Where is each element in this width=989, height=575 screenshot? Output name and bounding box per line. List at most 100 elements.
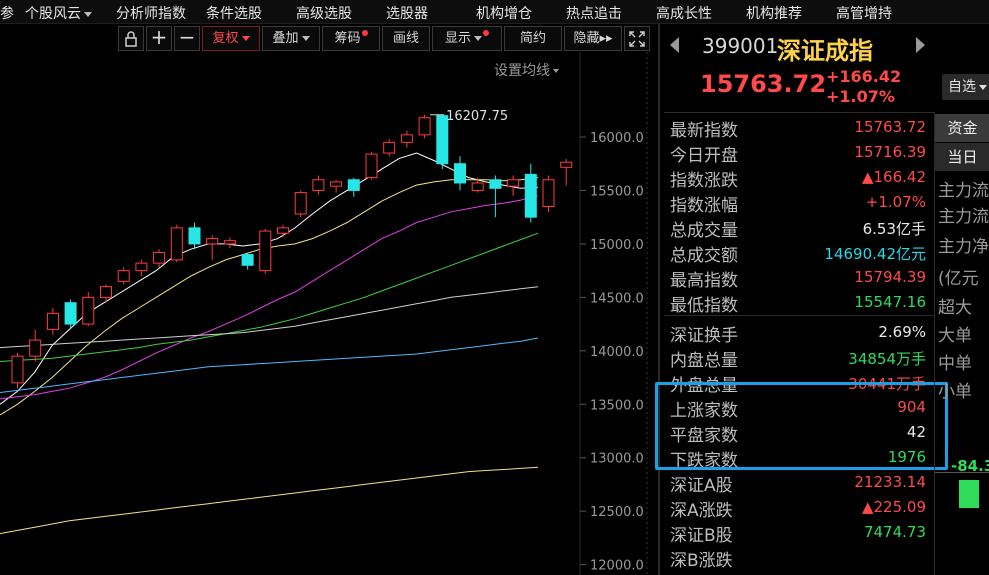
stat-row: 最高指数 15794.39 bbox=[664, 264, 930, 291]
hide-button[interactable]: 隐藏▸▸ bbox=[564, 26, 622, 51]
menu-item-stock-picker[interactable]: 选股器 bbox=[386, 3, 428, 23]
candle-body bbox=[46, 312, 59, 330]
menu-item-0[interactable]: 参 bbox=[0, 3, 14, 23]
stat-row: 总成交额 14690.42亿元 bbox=[664, 239, 930, 266]
stat-label: 今日开盘 bbox=[670, 146, 738, 166]
stat-value: 14690.42亿元 bbox=[824, 245, 926, 263]
fuquan-dropdown[interactable]: 复权 bbox=[202, 26, 260, 51]
peak-price-label: 16207.75 bbox=[446, 109, 508, 124]
stat-row: 指数涨跌 ▲166.42 bbox=[664, 164, 930, 191]
tab-today[interactable]: 当日 bbox=[935, 143, 989, 171]
stat-value: 15547.16 bbox=[854, 293, 926, 311]
simple-label: 简约 bbox=[519, 31, 546, 46]
candle-body bbox=[135, 262, 148, 272]
chips-button[interactable]: 筹码 bbox=[322, 26, 380, 51]
fund-label-large: 大单 bbox=[938, 326, 972, 346]
stat-label: 总成交额 bbox=[670, 246, 738, 266]
chevron-down-icon bbox=[474, 36, 482, 41]
index-name: 深证成指 bbox=[777, 37, 873, 65]
menu-item-condition-select[interactable]: 条件选股 bbox=[206, 3, 262, 23]
candle-body bbox=[259, 230, 272, 272]
candle-body bbox=[365, 153, 378, 179]
candle-body bbox=[560, 161, 573, 168]
candle-body bbox=[11, 355, 24, 384]
stat-row: 总成交量 6.53亿手 bbox=[664, 214, 930, 241]
stat-label: 最高指数 bbox=[670, 271, 738, 291]
candle-body bbox=[64, 302, 77, 325]
stat-value: ▲166.42 bbox=[861, 168, 926, 186]
y-tick-label: 15000.0 bbox=[590, 238, 644, 253]
candle-body bbox=[542, 179, 555, 207]
candle-body bbox=[312, 179, 325, 191]
candle bbox=[100, 284, 112, 303]
stat-value: 15763.72 bbox=[854, 118, 926, 136]
y-tick-label: 12500.0 bbox=[590, 505, 644, 520]
candle-body bbox=[188, 227, 201, 245]
minus-icon: − bbox=[178, 25, 196, 49]
candle-body bbox=[206, 238, 219, 245]
stat-row: 深证B股 7474.73 bbox=[664, 519, 930, 546]
menu-item-advanced-select[interactable]: 高级选股 bbox=[296, 3, 352, 23]
notification-dot-icon bbox=[483, 30, 489, 36]
candle bbox=[365, 151, 378, 180]
chart-toolbar: + − 复权 叠加 筹码 画线 显示 简约 隐藏▸▸ bbox=[118, 26, 650, 52]
tab-fund[interactable]: 资金 bbox=[935, 114, 989, 142]
candle-body bbox=[471, 182, 484, 191]
fund-label-small: 小单 bbox=[938, 382, 972, 402]
stat-row: 指数涨幅 +1.07% bbox=[664, 189, 930, 216]
candle bbox=[383, 139, 396, 157]
draw-line-button[interactable]: 画线 bbox=[382, 26, 430, 51]
candle-body bbox=[100, 286, 112, 298]
lock-icon bbox=[125, 31, 137, 47]
candle-body bbox=[223, 240, 236, 245]
menu-item-analyst-index[interactable]: 分析师指数 bbox=[116, 3, 186, 23]
index-change-pct: +1.07% bbox=[826, 87, 895, 106]
candle-body bbox=[489, 179, 502, 189]
kline-chart[interactable]: 16207.75 16000.0 15500.0 15000.0 14500.0 140… bbox=[0, 52, 650, 575]
menu-item-high-growth[interactable]: 高成长性 bbox=[656, 3, 712, 23]
candle bbox=[241, 252, 254, 270]
stat-label: 深证B股 bbox=[670, 526, 733, 546]
simple-mode-button[interactable]: 简约 bbox=[504, 26, 562, 51]
chevron-down-icon bbox=[241, 36, 250, 41]
watchlist-dropdown[interactable]: 自选 bbox=[942, 74, 989, 100]
y-tick-label: 16000.0 bbox=[590, 131, 644, 146]
menu-item-exec-increase[interactable]: 高管增持 bbox=[836, 3, 892, 23]
menu-item-stock-news[interactable]: 个股风云 bbox=[25, 3, 92, 23]
candle bbox=[524, 163, 537, 223]
next-arrow-icon[interactable] bbox=[916, 37, 925, 53]
candle-body bbox=[400, 134, 413, 143]
display-dropdown[interactable]: 显示 bbox=[432, 26, 502, 51]
candle-body bbox=[170, 227, 183, 261]
fullscreen-icon bbox=[629, 31, 645, 47]
fund-label-main-out: 主力流 bbox=[938, 207, 989, 227]
candle bbox=[170, 224, 183, 263]
candle bbox=[206, 235, 219, 260]
zoom-in-button[interactable]: + bbox=[146, 26, 172, 51]
candle-body bbox=[524, 173, 537, 218]
lock-button[interactable] bbox=[118, 26, 144, 51]
panel-divider[interactable] bbox=[658, 24, 660, 575]
candle bbox=[312, 175, 325, 195]
stats-panel: 最新指数 15763.72 今日开盘 15716.39 指数涨跌 ▲166.42 指数涨幅 +… bbox=[664, 112, 934, 575]
index-change: +166.42 bbox=[826, 67, 902, 86]
display-label: 显示 bbox=[444, 31, 471, 46]
menu-item-inst-recommend[interactable]: 机构推荐 bbox=[746, 3, 802, 23]
fund-label-main-in: 主力流 bbox=[938, 181, 989, 201]
menu-item-inst-increase[interactable]: 机构增仓 bbox=[476, 3, 532, 23]
candle bbox=[259, 228, 272, 274]
y-tick-label: 13500.0 bbox=[590, 398, 644, 413]
ma250-line bbox=[0, 466, 539, 535]
stat-row: 深证A股 21233.14 bbox=[664, 469, 930, 496]
stat-label: 内盘总量 bbox=[670, 351, 738, 371]
fund-net-bar bbox=[959, 480, 979, 509]
stat-row: 今日开盘 15716.39 bbox=[664, 139, 930, 166]
fullscreen-button[interactable] bbox=[624, 26, 650, 51]
prev-arrow-icon[interactable] bbox=[670, 37, 679, 53]
zoom-out-button[interactable]: − bbox=[174, 26, 200, 51]
menu-item-hot-spots[interactable]: 热点追击 bbox=[566, 3, 622, 23]
stat-label: 深A涨跌 bbox=[670, 501, 733, 521]
y-tick-label: 13000.0 bbox=[590, 452, 644, 467]
overlay-dropdown[interactable]: 叠加 bbox=[262, 26, 320, 51]
stat-value: 6.53亿手 bbox=[862, 220, 926, 238]
